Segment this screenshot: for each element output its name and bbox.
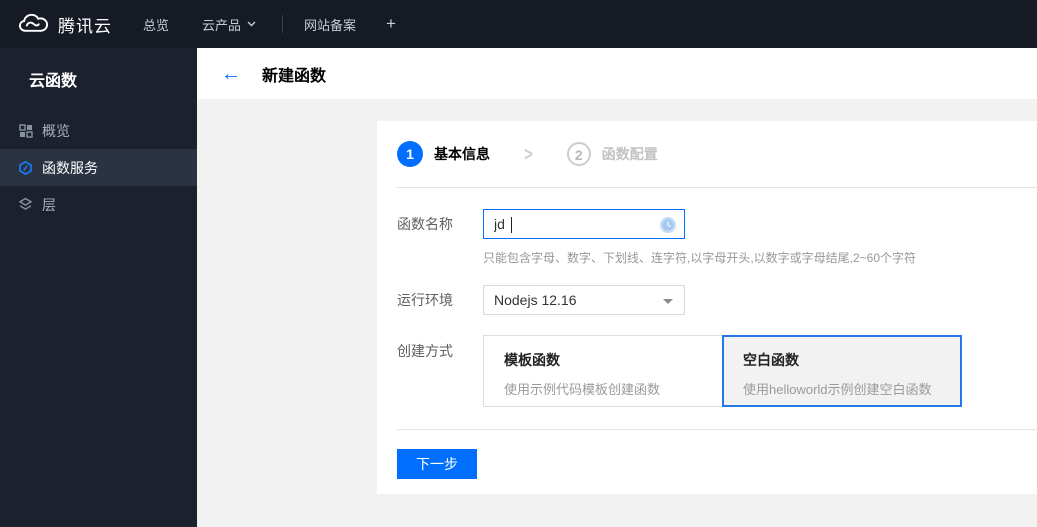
grid-icon (18, 123, 33, 138)
create-function-form: 函数名称 只能包含 (377, 209, 1037, 407)
sidebar-nav: 概览 函数服务 层 (0, 112, 197, 223)
option-blank-function[interactable]: 空白函数 使用helloworld示例创建空白函数 (722, 335, 962, 407)
nav-icp-filing[interactable]: 网站备案 (304, 15, 356, 34)
step-number-badge: 2 (566, 142, 591, 166)
brand-name: 腾讯云 (58, 16, 112, 36)
step-label: 基本信息 (434, 146, 490, 162)
top-navigation: 总览 云产品 网站备案 + (112, 14, 396, 34)
sidebar-item-overview[interactable]: 概览 (0, 112, 197, 149)
topbar: 腾讯云 总览 云产品 网站备案 + (0, 0, 1037, 48)
wizard-steps: 1 基本信息 > 2 函数配置 (377, 121, 1037, 187)
nav-cloud-products[interactable]: 云产品 (202, 15, 256, 34)
option-template-function[interactable]: 模板函数 使用示例代码模板创建函数 (483, 335, 723, 407)
option-title: 空白函数 (743, 352, 799, 368)
sidebar: 云函数 概览 函数服务 层 (0, 48, 197, 527)
next-step-button[interactable]: 下一步 (397, 449, 477, 479)
form-row-creation-method: 创建方式 模板函数 使用示例代码模板创建函数 空白函数 使用helloworld… (397, 335, 1037, 407)
add-tab-button[interactable]: + (386, 14, 396, 34)
creation-method-label: 创建方式 (397, 343, 453, 359)
sidebar-item-label: 函数服务 (42, 159, 98, 176)
sidebar-item-function-service[interactable]: 函数服务 (0, 149, 197, 186)
layers-icon (18, 197, 33, 212)
sidebar-item-layers[interactable]: 层 (0, 186, 197, 223)
step-chevron-icon: > (524, 142, 533, 166)
function-name-field-box (483, 209, 685, 239)
chevron-down-icon (247, 21, 256, 27)
runtime-select[interactable]: Nodejs 12.16 (483, 285, 685, 315)
step-function-config: 2 函数配置 (566, 142, 658, 166)
function-name-label: 函数名称 (397, 216, 453, 232)
sidebar-item-label: 概览 (42, 122, 70, 139)
sidebar-title: 云函数 (29, 73, 78, 90)
function-name-helper-text: 只能包含字母、数字、下划线、连字符,以字母开头,以数字或字母结尾,2~60个字符 (483, 251, 917, 265)
function-name-input[interactable] (484, 210, 644, 238)
option-description: 使用示例代码模板创建函数 (504, 382, 661, 397)
nav-overview[interactable]: 总览 (143, 15, 169, 34)
form-row-runtime: 运行环境 Nodejs 12.16 (397, 285, 1037, 315)
step-label: 函数配置 (601, 146, 658, 162)
nav-divider (282, 15, 284, 33)
page-header: ← 新建函数 (197, 48, 1037, 99)
create-function-card: 1 基本信息 > 2 函数配置 函数名称 jd 只能包含字母、数字、下划线、连字… (377, 121, 1037, 494)
divider (397, 429, 1037, 430)
step-basic-info: 1 基本信息 (397, 141, 490, 167)
function-icon (18, 160, 33, 175)
content-area: 1 基本信息 > 2 函数配置 函数名称 jd 只能包含字母、数字、下划线、连字… (197, 99, 1037, 527)
cloud-logo-icon (18, 12, 49, 36)
tencent-cloud-logo[interactable]: 腾讯云 (18, 12, 112, 37)
option-description: 使用helloworld示例创建空白函数 (743, 382, 932, 397)
runtime-label: 运行环境 (397, 292, 453, 308)
form-row-function-name: 函数名称 只能包含 (397, 209, 1037, 266)
option-title: 模板函数 (504, 352, 560, 368)
runtime-selected-value: Nodejs 12.16 (494, 292, 577, 308)
text-cursor (511, 217, 512, 233)
dropdown-caret-icon (663, 299, 673, 304)
back-arrow-icon[interactable]: ← (221, 64, 241, 84)
clock-icon (659, 216, 677, 239)
step-number-badge: 1 (397, 141, 423, 167)
creation-method-options: 模板函数 使用示例代码模板创建函数 空白函数 使用helloworld示例创建空… (483, 335, 962, 407)
sidebar-item-label: 层 (42, 196, 56, 213)
page-title: 新建函数 (262, 67, 327, 85)
divider (397, 187, 1037, 188)
